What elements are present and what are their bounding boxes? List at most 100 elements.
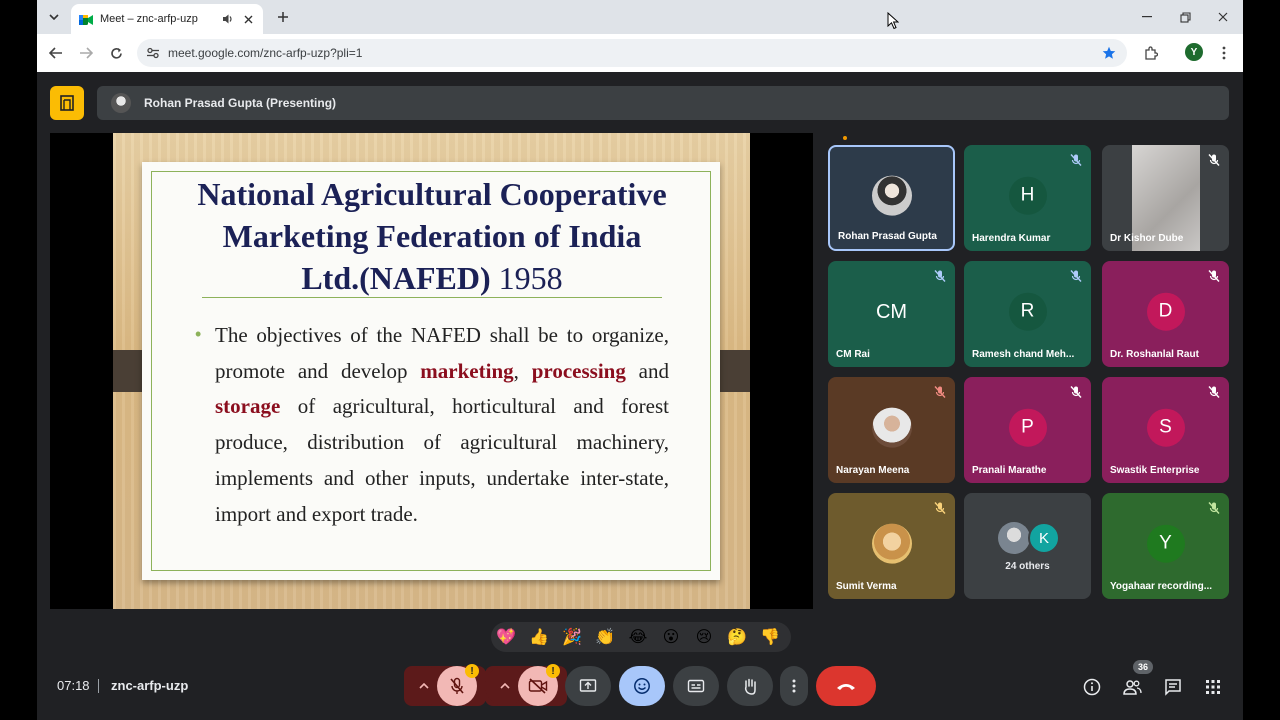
party-popper-reaction[interactable]: 🎉 [561,626,583,648]
reload-button[interactable] [105,42,127,64]
meeting-clock: 07:18 [57,678,90,693]
participant-tile[interactable]: Dr Kishor Dube [1102,145,1229,251]
laughing-reaction[interactable]: 😂 [627,626,649,648]
surprised-reaction[interactable]: 😮 [660,626,682,648]
participant-name: Rohan Prasad Gupta [838,231,937,242]
participant-initial: Y [1146,524,1185,563]
keyword-processing: processing [531,358,626,383]
participant-initial: P [1008,408,1047,447]
participant-count-badge: 36 [1133,660,1153,674]
browser-menu-icon[interactable] [1213,42,1235,64]
browser-toolbar: meet.google.com/znc-arfp-uzp?pli=1 Y [37,34,1243,72]
active-tab[interactable]: Meet – znc-arfp-uzp [71,4,263,34]
slide-title-org: Ltd.(NAFED) [301,260,491,296]
thumbs-up-reaction[interactable]: 👍 [528,626,550,648]
slide-title-line1: National Agricultural Cooperative [197,176,667,212]
participant-initial: D [1146,292,1185,331]
sparkling-heart-reaction[interactable]: 💖 [495,626,517,648]
participant-tile[interactable]: R Ramesh chand Meh... [964,261,1091,367]
mic-off-icon [1070,270,1082,282]
presenting-label: Rohan Prasad Gupta (Presenting) [144,96,337,110]
keyword-marketing: marketing [420,358,514,383]
people-icon[interactable] [1121,676,1143,698]
participant-initial: R [1008,292,1047,331]
mic-off-icon [1208,502,1220,514]
emoji-reactions-button[interactable] [619,666,665,706]
others-tile[interactable]: K 24 others [964,493,1091,599]
meeting-details-icon[interactable] [1081,676,1103,698]
participant-name: CM Rai [836,349,870,360]
shared-slide: National Agricultural Cooperative Market… [113,133,750,609]
speaker-icon[interactable] [221,12,235,26]
close-window-button[interactable] [1212,6,1234,28]
meet-logo-icon [79,13,93,25]
recording-dot [843,136,847,140]
host-controls-icon[interactable] [50,86,84,120]
chat-icon[interactable] [1162,676,1184,698]
minimize-button[interactable] [1136,6,1158,28]
participant-tile[interactable]: Y Yogahaar recording... [1102,493,1229,599]
address-bar[interactable]: meet.google.com/znc-arfp-uzp?pli=1 [137,39,1127,67]
mic-off-icon [1070,386,1082,398]
mouse-cursor-icon [887,12,899,30]
captions-button[interactable] [673,666,719,706]
presenter-avatar [111,93,131,113]
extensions-icon[interactable] [1140,42,1162,64]
back-button[interactable] [45,42,67,64]
participant-tile[interactable]: D Dr. Roshanlal Raut [1102,261,1229,367]
participant-name: Sumit Verma [836,581,897,592]
participant-name: Harendra Kumar [972,233,1051,244]
tab-search-button[interactable] [43,6,65,28]
participant-photo [871,175,912,216]
participant-tile[interactable]: Sumit Verma [828,493,955,599]
site-info-icon[interactable] [145,45,161,61]
divider [98,679,99,693]
tab-title: Meet – znc-arfp-uzp [100,13,198,25]
restore-button[interactable] [1174,6,1196,28]
participant-tile[interactable]: CM CM Rai [828,261,955,367]
participant-initial: S [1146,408,1185,447]
present-screen-button[interactable] [565,666,611,706]
leave-call-button[interactable] [816,666,876,706]
participant-initial: CM [875,301,908,324]
thinking-reaction[interactable]: 🤔 [726,626,748,648]
participant-initial: K [1028,522,1060,554]
close-tab-icon[interactable] [241,12,255,26]
url-text: meet.google.com/znc-arfp-uzp?pli=1 [168,46,363,60]
forward-button[interactable] [75,42,97,64]
slide-title-line3: Ltd.(NAFED) 1958 [152,257,712,299]
clapping-reaction[interactable]: 👏 [594,626,616,648]
thumbs-down-reaction[interactable]: 👎 [759,626,781,648]
bookmark-star-icon[interactable] [1099,43,1119,63]
camera-warning-badge: ! [546,664,560,678]
body-text-3: and [625,358,670,383]
activities-grid-icon[interactable] [1202,676,1224,698]
participant-name: Dr. Roshanlal Raut [1110,349,1199,360]
meeting-code: znc-arfp-uzp [111,678,189,693]
presentation-stage: National Agricultural Cooperative Market… [50,133,813,609]
slide-frame: National Agricultural Cooperative Market… [151,171,711,571]
participant-tile[interactable]: S Swastik Enterprise [1102,377,1229,483]
mic-off-icon [934,386,946,398]
participant-photo [998,522,1030,554]
participant-tile[interactable]: P Pranali Marathe [964,377,1091,483]
participant-tile[interactable]: Narayan Meena [828,377,955,483]
mic-off-icon [1208,386,1220,398]
slide-title-line2: Marketing Federation of India [222,218,642,254]
new-tab-button[interactable] [273,7,293,27]
keyword-storage: storage [215,394,281,419]
participant-tile[interactable]: H Harendra Kumar [964,145,1091,251]
more-options-button[interactable] [780,666,808,706]
participant-name: Narayan Meena [836,465,910,476]
participant-name: Pranali Marathe [972,465,1047,476]
participant-initial: H [1008,176,1047,215]
bullet-icon: • [195,324,202,344]
participant-tile[interactable]: Rohan Prasad Gupta [828,145,955,251]
sad-reaction[interactable]: 😢 [693,626,715,648]
others-count: 24 others [1005,561,1050,572]
profile-avatar[interactable]: Y [1185,43,1203,61]
mic-off-icon [934,502,946,514]
browser-window: Meet – znc-arfp-uzp meet.google.com/znc-… [37,0,1243,720]
mic-warning-badge: ! [465,664,479,678]
raise-hand-button[interactable] [727,666,773,706]
